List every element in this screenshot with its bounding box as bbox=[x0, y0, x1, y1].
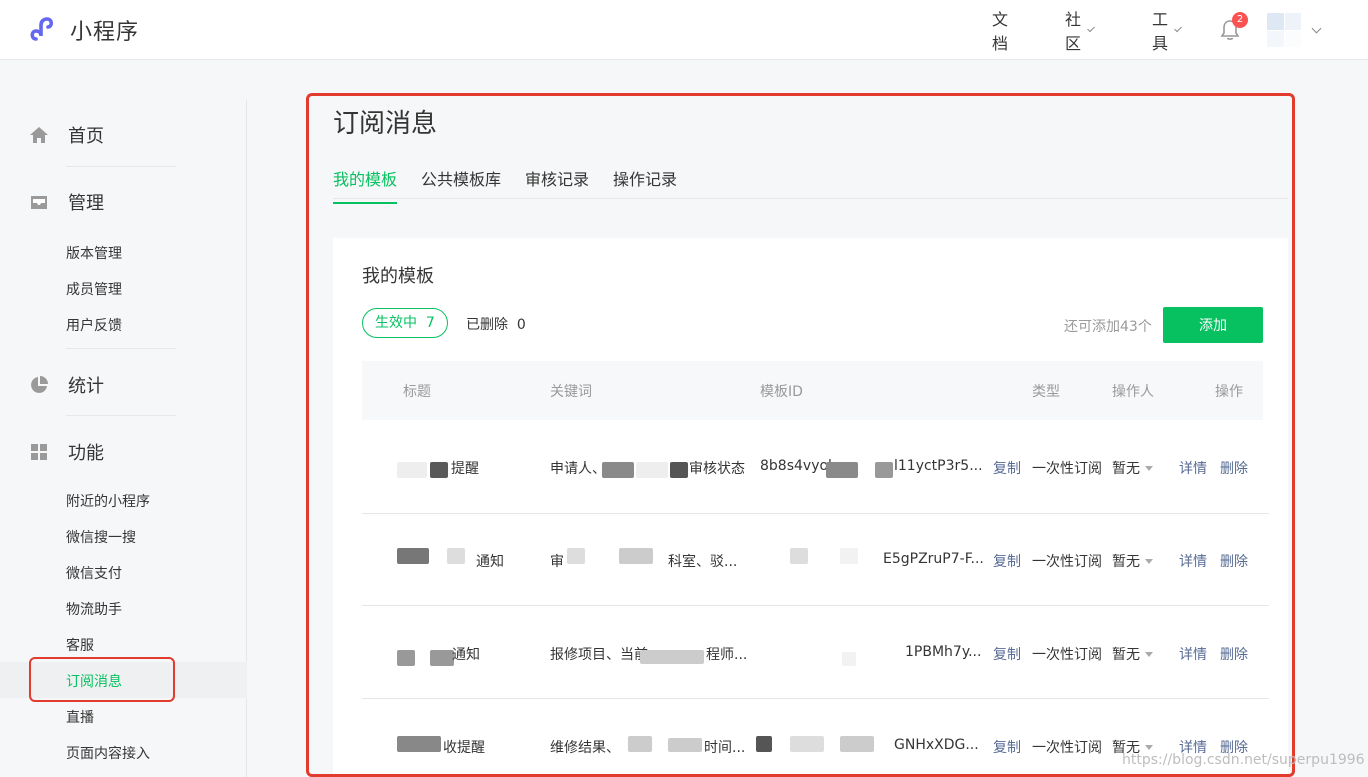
watermark: https://blog.csdn.net/superpu1996 bbox=[1122, 752, 1365, 768]
sidebar-item-nearby[interactable]: 附近的小程序 bbox=[66, 491, 150, 511]
notification-bell[interactable]: 2 bbox=[1220, 12, 1248, 43]
nav-docs[interactable]: 文档 bbox=[992, 6, 1008, 54]
mini-program-logo-icon bbox=[30, 17, 54, 41]
sidebar-label-features: 功能 bbox=[68, 443, 104, 464]
sidebar-item-wechat-search[interactable]: 微信搜一搜 bbox=[66, 527, 136, 547]
sidebar-item-stats[interactable]: 统计 bbox=[28, 372, 104, 398]
chevron-down-icon bbox=[1311, 23, 1322, 33]
logo[interactable]: 小程序 bbox=[28, 13, 139, 47]
grid-icon bbox=[31, 444, 47, 460]
nav-community-label: 社区 bbox=[1064, 10, 1081, 53]
sidebar-item-wechat-pay[interactable]: 微信支付 bbox=[66, 563, 122, 583]
sidebar-item-features[interactable]: 功能 bbox=[28, 439, 104, 465]
sidebar-item-logistics[interactable]: 物流助手 bbox=[66, 599, 122, 619]
sidebar-item-members[interactable]: 成员管理 bbox=[66, 279, 122, 299]
avatar bbox=[1267, 13, 1301, 47]
highlight-box-main bbox=[306, 93, 1295, 777]
nav-tools[interactable]: 工具 bbox=[1151, 6, 1182, 54]
pie-chart-icon bbox=[31, 376, 48, 393]
sidebar-label-home: 首页 bbox=[68, 126, 104, 147]
highlight-box-sidebar bbox=[29, 657, 175, 702]
sidebar-item-live[interactable]: 直播 bbox=[66, 707, 94, 727]
sidebar-item-page-content[interactable]: 页面内容接入 bbox=[66, 743, 150, 763]
sidebar-item-versions[interactable]: 版本管理 bbox=[66, 243, 122, 263]
logo-text: 小程序 bbox=[70, 20, 140, 45]
sidebar-label-manage: 管理 bbox=[68, 193, 104, 214]
nav-community[interactable]: 社区 bbox=[1064, 6, 1095, 54]
home-icon bbox=[30, 127, 48, 143]
sidebar-item-customer-service[interactable]: 客服 bbox=[66, 635, 94, 655]
sidebar-divider bbox=[66, 348, 176, 349]
nav-docs-label: 文档 bbox=[991, 10, 1008, 53]
sidebar-divider bbox=[66, 166, 176, 167]
sidebar-item-manage[interactable]: 管理 bbox=[28, 189, 104, 215]
inbox-icon bbox=[31, 196, 47, 209]
sidebar-item-home[interactable]: 首页 bbox=[28, 122, 104, 148]
account-menu[interactable] bbox=[1267, 13, 1322, 47]
notification-badge: 2 bbox=[1232, 12, 1248, 28]
nav-tools-label: 工具 bbox=[1151, 10, 1168, 53]
top-bar: 小程序 文档 社区 工具 2 bbox=[0, 0, 1368, 60]
chevron-down-icon bbox=[1086, 23, 1095, 33]
sidebar-item-feedback[interactable]: 用户反馈 bbox=[66, 315, 122, 335]
sidebar-label-stats: 统计 bbox=[68, 376, 104, 397]
chevron-down-icon bbox=[1173, 23, 1182, 33]
sidebar-divider bbox=[66, 415, 176, 416]
